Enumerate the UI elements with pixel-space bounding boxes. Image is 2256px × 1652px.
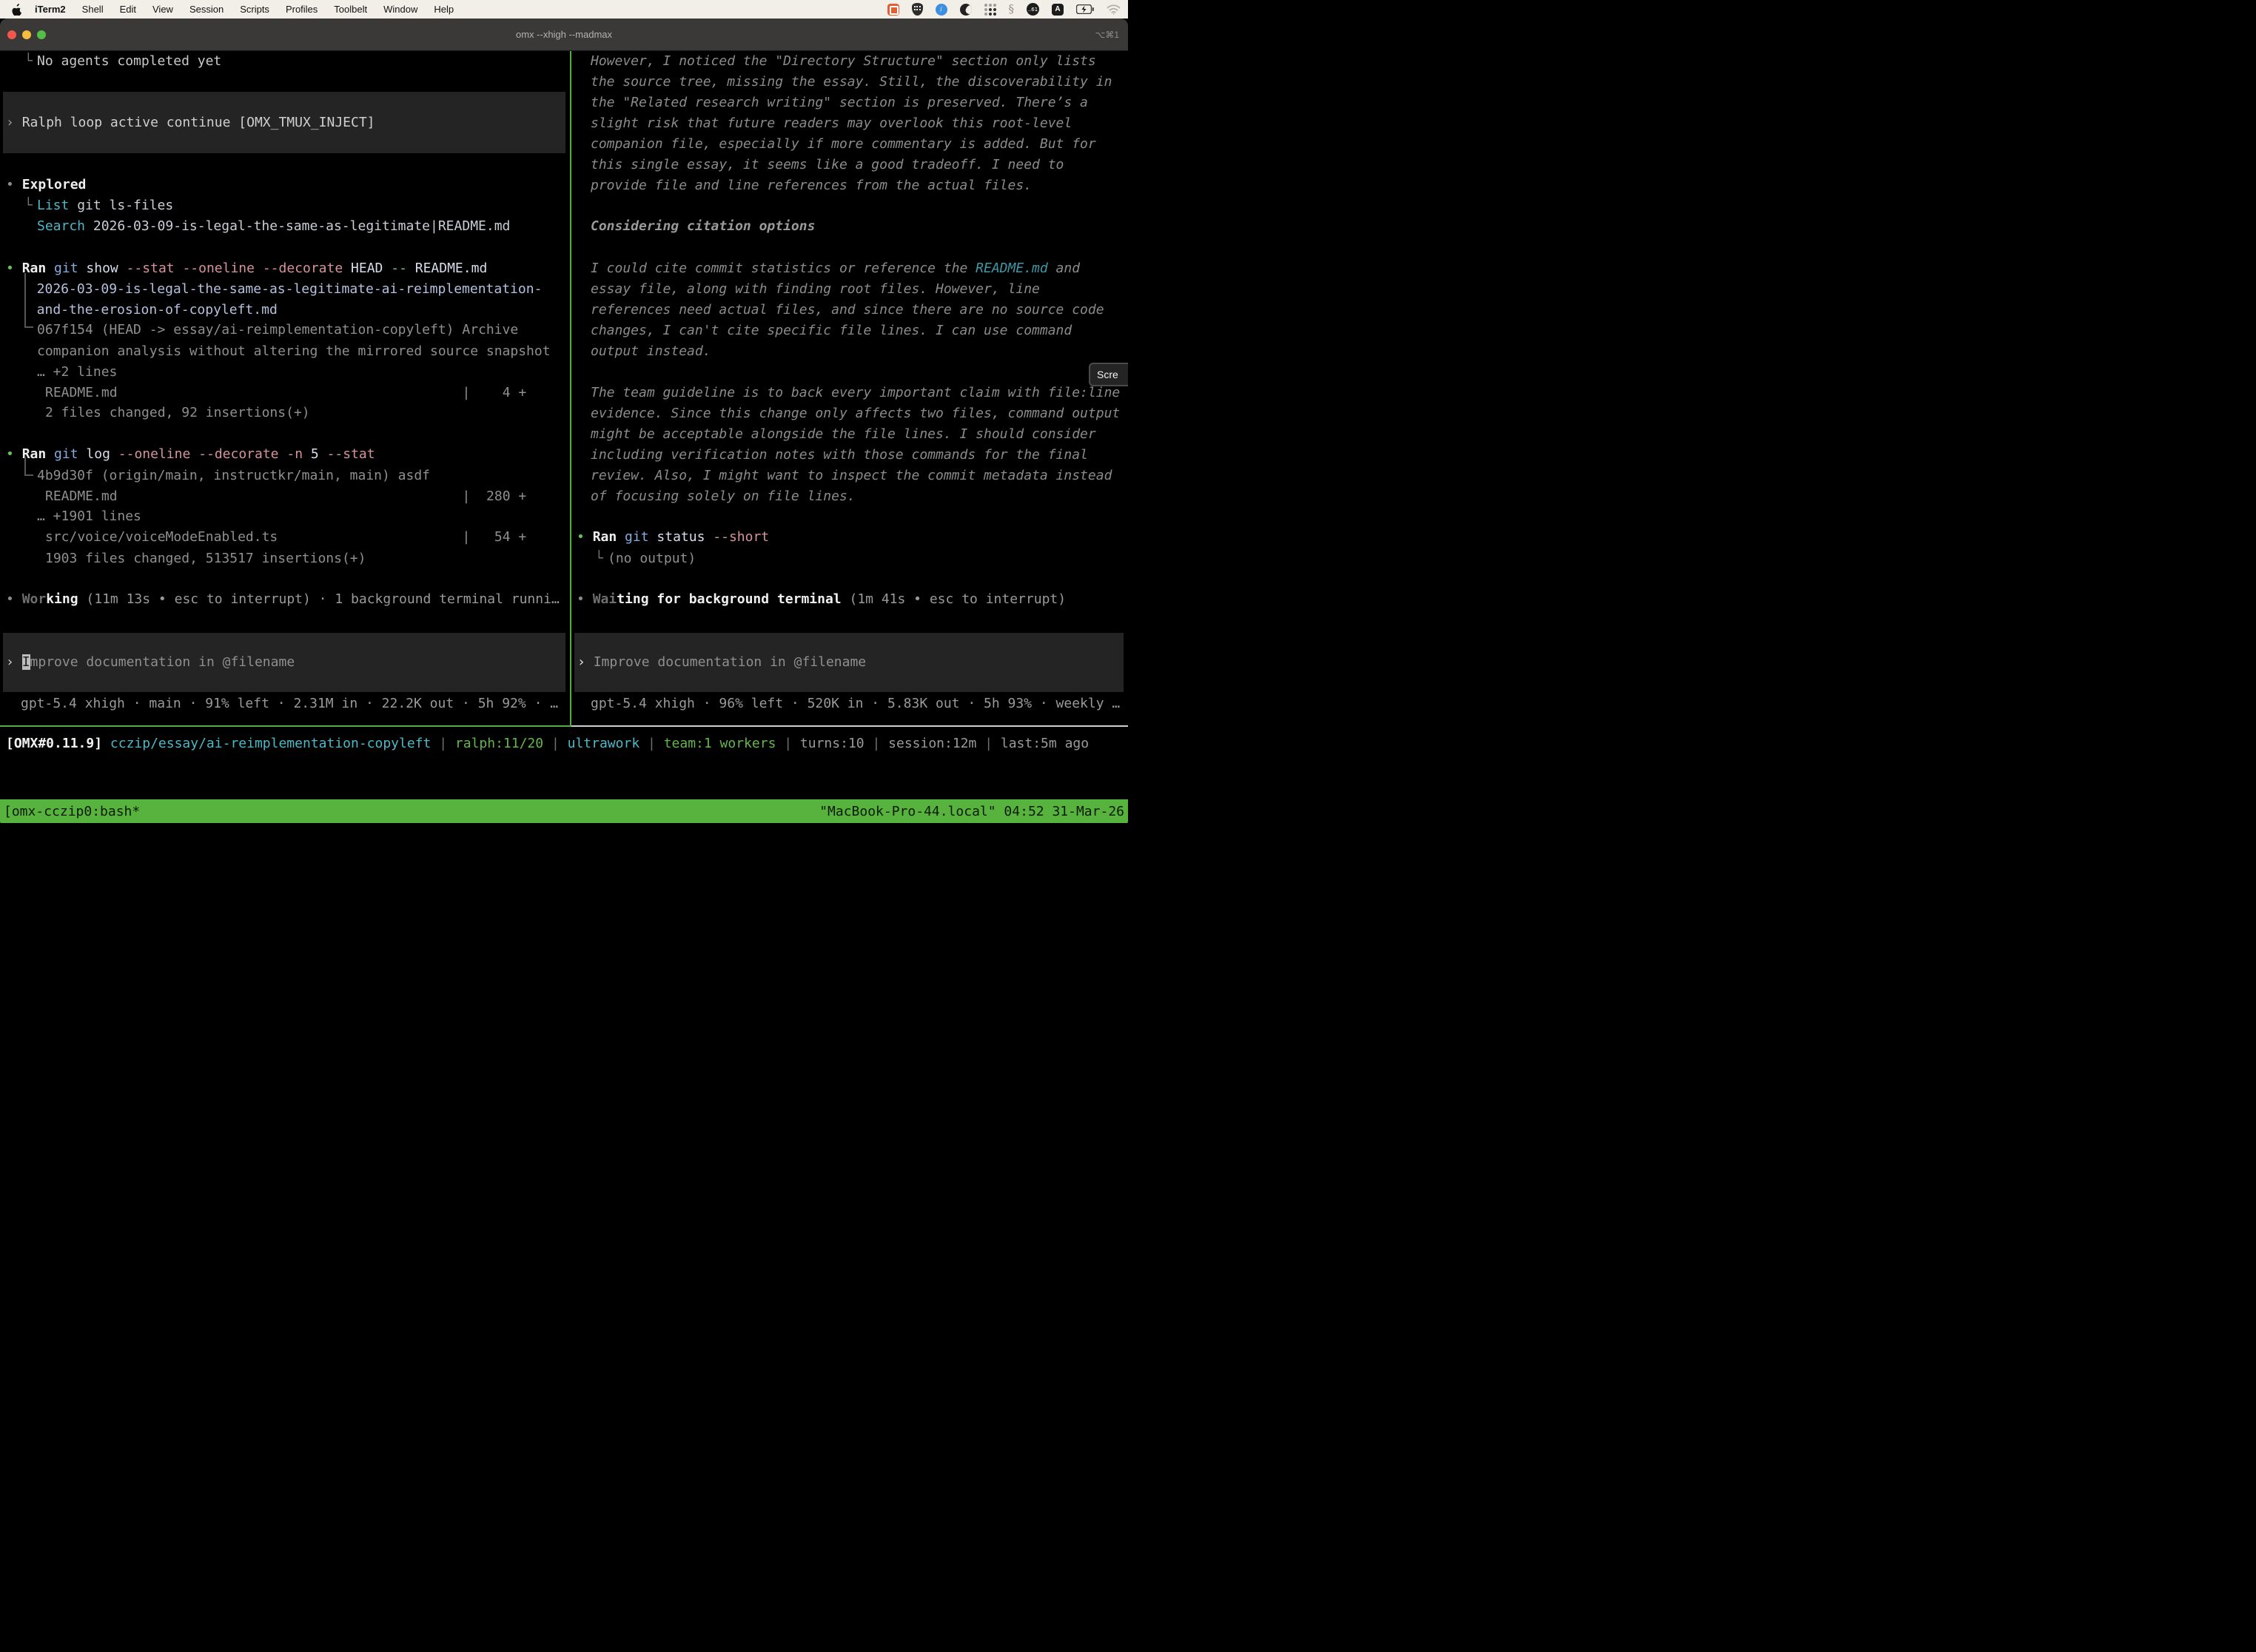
menu-item-shell[interactable]: Shell xyxy=(74,4,112,15)
show-stat-line: README.md | 4 + xyxy=(45,383,526,403)
battery-icon[interactable] xyxy=(1076,4,1094,14)
screen-share-tab[interactable]: Scre xyxy=(1089,363,1128,386)
chat-app-icon[interactable] xyxy=(887,4,899,16)
wifi-icon[interactable] xyxy=(1107,4,1121,15)
tree-connector xyxy=(24,457,33,476)
menu-item-profiles[interactable]: Profiles xyxy=(278,4,326,15)
window-titlebar: omx --xhigh --madmax ⌥⌘1 xyxy=(0,19,1128,51)
thinking-line: the "Related research writing" section i… xyxy=(591,93,1088,113)
tree-connector xyxy=(24,273,33,328)
tmux-session-window-label[interactable]: [omx-cczip0:bash* xyxy=(4,804,140,819)
menu-item-toolbelt[interactable]: Toolbelt xyxy=(326,4,375,15)
ralph-loop-text: › Ralph loop active continue [OMX_TMUX_I… xyxy=(6,113,375,133)
show-commit-line-2: companion analysis without altering the … xyxy=(37,341,551,362)
menu-item-scripts[interactable]: Scripts xyxy=(232,4,278,15)
ran-git-log-line: • Ran git log --oneline --decorate -n 5 … xyxy=(6,444,375,465)
menu-item-view[interactable]: View xyxy=(144,4,181,15)
log-commit-line: 4b9d30f (origin/main, instructkr/main, m… xyxy=(37,466,430,486)
menu-bar: iTerm2 Shell Edit View Session Scripts P… xyxy=(0,0,1128,19)
dots-grid-icon[interactable] xyxy=(984,4,996,16)
ralph-loop-banner: › Ralph loop active continue [OMX_TMUX_I… xyxy=(3,92,565,153)
badge-61-icon[interactable]: ..61 xyxy=(1027,3,1039,16)
thinking-line: the source tree, missing the essay. Stil… xyxy=(591,72,1112,93)
left-agent-pane[interactable]: └ No agents completed yet › Ralph loop a… xyxy=(0,51,570,727)
thinking-line: However, I noticed the "Directory Struct… xyxy=(591,51,1096,72)
shield-app-icon[interactable] xyxy=(912,3,923,16)
thinking-line: this single essay, it seems like a good … xyxy=(591,155,1064,175)
tmux-status-bar: [omx-cczip0:bash* "MacBook-Pro-44.local"… xyxy=(0,799,1128,823)
waiting-status-line: • Waiting for background terminal (1m 41… xyxy=(577,589,1066,610)
thinking-line: The team guideline is to back every impo… xyxy=(591,383,1120,403)
menu-item-iterm2[interactable]: iTerm2 xyxy=(27,4,74,15)
iterm2-window: omx --xhigh --madmax ⌥⌘1 └ No agents com… xyxy=(0,19,1128,826)
model-status-line: gpt-5.4 xhigh · 96% left · 520K in · 5.8… xyxy=(591,694,1120,714)
log-stat-line-2: src/voice/voiceModeEnabled.ts | 54 + xyxy=(45,527,526,548)
ran-git-status-line: • Ran git status --short xyxy=(577,527,769,548)
model-status-line: gpt-5.4 xhigh · main · 91% left · 2.31M … xyxy=(21,694,558,714)
thinking-line-with-link: I could cite commit statistics or refere… xyxy=(591,258,1080,279)
show-arg-file-line-1: 2026-03-09-is-legal-the-same-as-legitima… xyxy=(21,279,542,300)
thinking-line: changes, I can't cite specific file line… xyxy=(591,320,1072,341)
log-stat-line-1: README.md | 280 + xyxy=(45,486,526,507)
screen-share-label: Scre xyxy=(1097,369,1118,380)
menu-item-window[interactable]: Window xyxy=(375,4,426,15)
show-truncated-lines: … +2 lines xyxy=(37,362,117,383)
window-shortcut-badge: ⌥⌘1 xyxy=(1095,30,1119,40)
thinking-line: output instead. xyxy=(591,341,711,362)
thinking-line: might be acceptable alongside the file l… xyxy=(591,424,1096,445)
thinking-line: provide file and line references from th… xyxy=(591,175,1032,196)
thinking-line: review. Also, I might want to inspect th… xyxy=(591,466,1112,486)
show-arg-file-line-2: and-the-erosion-of-copyleft.md xyxy=(21,300,278,320)
explored-list-line: └ List git ls-files xyxy=(37,195,173,216)
log-summary-line: 1903 files changed, 513517 insertions(+) xyxy=(45,548,366,569)
explored-header: • Explored xyxy=(6,175,86,195)
squiggle-icon[interactable]: § xyxy=(1009,4,1015,15)
ran-git-show-line: • Ran git show --stat --oneline --decora… xyxy=(6,258,487,279)
omx-status-line: [OMX#0.11.9] cczip/essay/ai-reimplementa… xyxy=(6,733,1089,754)
menu-item-session[interactable]: Session xyxy=(181,4,232,15)
menu-item-help[interactable]: Help xyxy=(426,4,462,15)
log-truncated-lines: … +1901 lines xyxy=(37,506,141,527)
agents-completed-line: └ No agents completed yet xyxy=(37,51,221,72)
explored-search-line: Search 2026-03-09-is-legal-the-same-as-l… xyxy=(37,216,510,237)
prompt-input[interactable]: › Improve documentation in @filename xyxy=(574,633,1124,692)
thinking-line: essay file, along with finding root file… xyxy=(591,279,1040,300)
spark-badge-icon[interactable] xyxy=(936,4,947,16)
prompt-input-text[interactable]: › Improve documentation in @filename xyxy=(577,652,866,673)
prompt-input-text[interactable]: › Improve documentation in @filename xyxy=(6,652,295,673)
crescent-app-icon[interactable] xyxy=(960,4,972,16)
prompt-input[interactable]: › Improve documentation in @filename xyxy=(3,633,565,692)
terminal-content: └ No agents completed yet › Ralph loop a… xyxy=(0,51,1128,826)
thinking-line: evidence. Since this change only affects… xyxy=(591,403,1120,424)
show-commit-line-1: 067f154 (HEAD -> essay/ai-reimplementati… xyxy=(37,320,518,340)
window-title: omx --xhigh --madmax xyxy=(0,29,1128,40)
tmux-host-clock-label: "MacBook-Pro-44.local" 04:52 31-Mar-26 xyxy=(819,804,1124,819)
thinking-section-header: Considering citation options xyxy=(591,216,815,237)
right-agent-pane[interactable]: However, I noticed the "Directory Struct… xyxy=(571,51,1128,727)
letter-a-app-icon[interactable]: A xyxy=(1052,4,1064,16)
thinking-line: of focusing solely on file lines. xyxy=(591,486,856,507)
show-summary-line: 2 files changed, 92 insertions(+) xyxy=(45,403,310,423)
thinking-line: slight risk that future readers may over… xyxy=(591,113,1072,134)
thinking-line: references need actual files, and since … xyxy=(591,300,1104,320)
no-output-line: └ (no output) xyxy=(608,548,696,569)
working-status-line: • Working (11m 13s • esc to interrupt) ·… xyxy=(6,589,560,610)
thinking-line: companion file, especially if more comme… xyxy=(591,134,1096,155)
thinking-line: including verification notes with those … xyxy=(591,445,1088,466)
menu-item-edit[interactable]: Edit xyxy=(112,4,144,15)
apple-menu-icon[interactable] xyxy=(12,4,22,16)
